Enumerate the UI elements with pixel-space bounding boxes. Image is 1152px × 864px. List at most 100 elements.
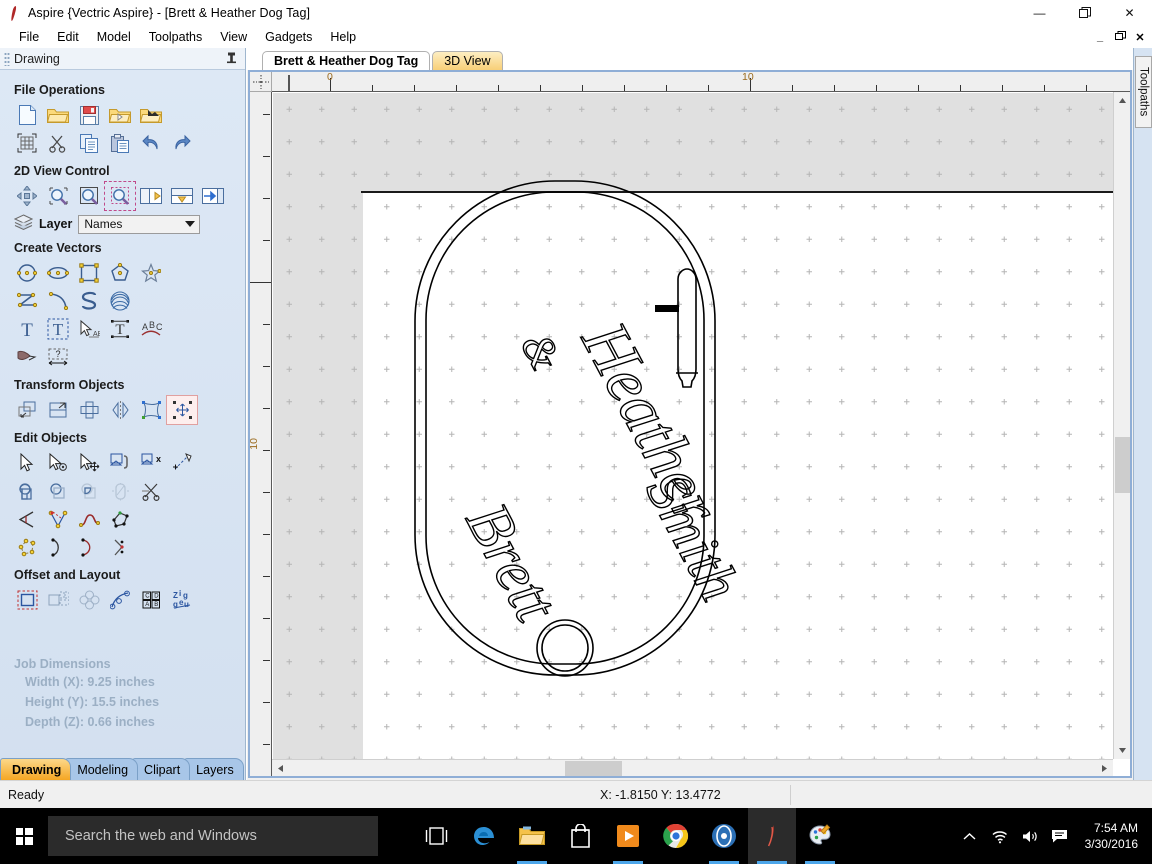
menu-model[interactable]: Model: [88, 28, 140, 46]
toolpaths-tab[interactable]: Toolpaths: [1135, 56, 1152, 128]
arc-icon[interactable]: [43, 287, 73, 315]
toggle-left-panel-icon[interactable]: [136, 182, 166, 210]
paste-icon[interactable]: [105, 129, 135, 157]
file-explorer-icon[interactable]: [508, 808, 556, 864]
tab-clipart[interactable]: Clipart: [132, 758, 191, 780]
ungroup-objects-icon[interactable]: x: [136, 449, 166, 477]
menu-edit[interactable]: Edit: [48, 28, 88, 46]
paint-icon[interactable]: [796, 808, 844, 864]
chrome-icon[interactable]: [652, 808, 700, 864]
nest-parts-icon[interactable]: [43, 586, 73, 614]
fade-icon[interactable]: [105, 477, 135, 505]
scroll-down-arrow-icon[interactable]: [1114, 742, 1131, 759]
show-hidden-icons-icon[interactable]: [957, 808, 983, 864]
zoom-drawing-icon[interactable]: [74, 182, 104, 210]
mdi-close-button[interactable]: ✕: [1133, 31, 1147, 44]
copy-along-curve-icon[interactable]: [105, 586, 135, 614]
offset-vectors-icon[interactable]: [12, 586, 42, 614]
zoom-box-icon[interactable]: [104, 181, 136, 211]
smooth-curve-icon[interactable]: [74, 505, 104, 533]
join-curve-icon[interactable]: [43, 533, 73, 561]
menu-file[interactable]: File: [10, 28, 48, 46]
taskbar-clock[interactable]: 7:54 AM 3/30/2016: [1077, 820, 1146, 852]
fillet-icon[interactable]: [12, 505, 42, 533]
text-on-curve-icon[interactable]: T: [105, 315, 135, 343]
dog-tag-artwork[interactable]: Heather Smith & Brett: [273, 93, 1113, 759]
menu-view[interactable]: View: [211, 28, 256, 46]
weld-intersect-icon[interactable]: [74, 477, 104, 505]
rotate-objects-icon[interactable]: [74, 396, 104, 424]
undo-icon[interactable]: [136, 129, 166, 157]
import-vectors-icon[interactable]: [136, 101, 166, 129]
canvas-vertical-scrollbar[interactable]: [1113, 92, 1130, 759]
block-copy-icon[interactable]: CDAB: [136, 586, 166, 614]
close-vector-icon[interactable]: [105, 505, 135, 533]
trace-bitmap-icon[interactable]: [12, 343, 42, 371]
canvas-horizontal-scrollbar[interactable]: [272, 759, 1113, 776]
scale-objects-icon[interactable]: [43, 396, 73, 424]
maximize-view-icon[interactable]: [198, 182, 228, 210]
menu-help[interactable]: Help: [321, 28, 365, 46]
horizontal-scroll-thumb[interactable]: [565, 761, 622, 776]
volume-icon[interactable]: [1017, 808, 1043, 864]
scroll-left-arrow-icon[interactable]: [272, 760, 289, 777]
store-icon[interactable]: [556, 808, 604, 864]
curve-icon[interactable]: [74, 287, 104, 315]
menu-toolpaths[interactable]: Toolpaths: [140, 28, 212, 46]
node-edit-icon[interactable]: [43, 449, 73, 477]
polyline-icon[interactable]: [12, 287, 42, 315]
scroll-right-arrow-icon[interactable]: [1096, 760, 1113, 777]
wifi-icon[interactable]: [987, 808, 1013, 864]
job-setup-icon[interactable]: [12, 129, 42, 157]
mirror-objects-icon[interactable]: [105, 396, 135, 424]
nodes-round-icon[interactable]: [12, 533, 42, 561]
mdi-minimize-button[interactable]: _: [1093, 31, 1107, 43]
circle-icon[interactable]: [12, 259, 42, 287]
edge-browser-icon[interactable]: [460, 808, 508, 864]
2d-canvas[interactable]: Heather Smith & Brett: [273, 93, 1113, 759]
scroll-up-arrow-icon[interactable]: [1114, 92, 1131, 109]
polygon-icon[interactable]: [105, 259, 135, 287]
copy-icon[interactable]: [74, 129, 104, 157]
create-text-icon[interactable]: T: [12, 315, 42, 343]
select-move-icon[interactable]: [74, 449, 104, 477]
menu-gadgets[interactable]: Gadgets: [256, 28, 321, 46]
auto-layout-text-icon[interactable]: ABC: [136, 315, 166, 343]
cut-scissors-icon[interactable]: [43, 129, 73, 157]
tab-drawing[interactable]: Drawing: [0, 758, 72, 780]
new-file-icon[interactable]: [12, 101, 42, 129]
break-curve-icon[interactable]: [105, 533, 135, 561]
select-text-icon[interactable]: AB: [74, 315, 104, 343]
star-icon[interactable]: [136, 259, 166, 287]
redo-icon[interactable]: [167, 129, 197, 157]
action-center-icon[interactable]: [1047, 808, 1073, 864]
ruler-origin-corner[interactable]: [250, 72, 272, 92]
group-objects-icon[interactable]: [105, 449, 135, 477]
toggle-top-panel-icon[interactable]: [167, 182, 197, 210]
zoom-extents-icon[interactable]: [43, 182, 73, 210]
save-floppy-icon[interactable]: [74, 101, 104, 129]
start-button[interactable]: [0, 808, 48, 864]
media-player-orange-icon[interactable]: [604, 808, 652, 864]
move-objects-icon[interactable]: [12, 396, 42, 424]
dimension-icon[interactable]: ?: [43, 343, 73, 371]
open-recent-icon[interactable]: [105, 101, 135, 129]
spiral-icon[interactable]: [105, 287, 135, 315]
weld-union-icon[interactable]: [12, 477, 42, 505]
rectangle-icon[interactable]: [74, 259, 104, 287]
open-folder-icon[interactable]: [43, 101, 73, 129]
document-tab-dog-tag[interactable]: Brett & Heather Dog Tag: [262, 51, 431, 70]
aspire-icon[interactable]: [748, 808, 796, 864]
open-curve-icon[interactable]: [74, 533, 104, 561]
pin-icon[interactable]: [226, 52, 237, 68]
tab-modeling[interactable]: Modeling: [65, 758, 139, 780]
document-tab-3d-view[interactable]: 3D View: [432, 51, 503, 70]
minimize-button[interactable]: —: [1017, 0, 1062, 26]
ellipse-icon[interactable]: [43, 259, 73, 287]
maximize-button[interactable]: [1062, 0, 1107, 26]
node-tools-icon[interactable]: [43, 505, 73, 533]
texture-text-icon[interactable]: Ziggeu: [167, 586, 197, 614]
taskbar-search-input[interactable]: Search the web and Windows: [48, 816, 378, 856]
media-center-icon[interactable]: [700, 808, 748, 864]
dock-grip-icon[interactable]: [4, 51, 10, 66]
